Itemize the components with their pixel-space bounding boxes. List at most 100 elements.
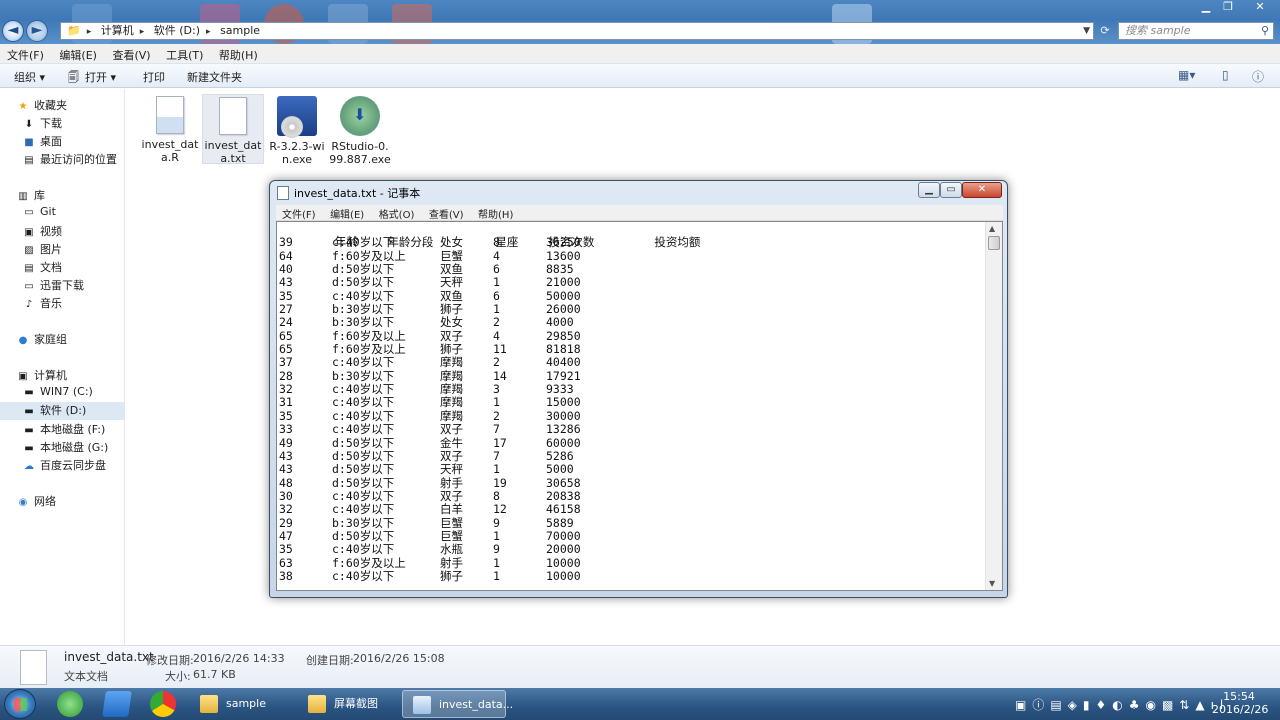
notepad-close-button[interactable]: ✕ [962, 182, 1002, 198]
text-line: 35 c:40岁以下 摩羯 2 30000 [279, 408, 983, 423]
360-browser-icon[interactable] [57, 691, 83, 717]
menu-edit[interactable]: 编辑(E) [52, 44, 102, 63]
cell-invest-count: 11 [493, 342, 507, 357]
task-screenshots-folder[interactable]: 屏幕截图 [298, 690, 398, 718]
sidebar-item-network[interactable]: ◉ 网络 [16, 493, 56, 509]
task-sample-folder[interactable]: sample [190, 690, 294, 718]
address-bar[interactable]: 📁 ▸ 计算机 ▸ 软件 (D:) ▸ sample ▼ [60, 22, 1094, 40]
cell-zodiac: 摩羯 [440, 382, 463, 397]
menu-tools[interactable]: 工具(T) [159, 44, 208, 63]
sidebar-item-label: 图片 [40, 243, 62, 256]
task-notepad[interactable]: invest_data... [402, 690, 513, 718]
forward-arrow-icon[interactable]: ► [26, 20, 48, 42]
cell-age: 64 [279, 248, 293, 263]
chevron-down-icon[interactable]: ▼ [1083, 23, 1090, 39]
sidebar-item-videos[interactable]: ▣ 视频 [22, 223, 62, 239]
cell-invest-count: 2 [493, 408, 500, 423]
notepad-maximize-button[interactable]: ▭ [940, 182, 962, 198]
file-invest-data-r[interactable]: invest_dat a.R [139, 96, 201, 164]
notepad-minimize-button[interactable]: ▁ [918, 182, 940, 198]
minimize-button[interactable]: ▁ [1194, 0, 1218, 16]
back-arrow-icon[interactable]: ◄ [2, 20, 24, 42]
cell-invest-avg: 17921 [546, 368, 581, 383]
sidebar-item-git[interactable]: ▭ Git [22, 205, 56, 218]
cell-invest-avg: 36250 [546, 235, 581, 250]
menu-help[interactable]: 帮助(H) [212, 44, 263, 63]
chrome-icon[interactable] [150, 691, 176, 717]
cell-age-group: d:50岁以下 [332, 462, 395, 477]
sidebar-item-pictures[interactable]: ▨ 图片 [22, 241, 62, 257]
sidebar-item-drive-f[interactable]: ▬ 本地磁盘 (F:) [22, 421, 105, 437]
sidebar-item-drive-d[interactable]: ▬ 软件 (D:) [0, 402, 125, 420]
scrollbar-thumb[interactable] [988, 236, 1000, 250]
sidebar-item-documents[interactable]: ▤ 文档 [22, 259, 62, 275]
breadcrumb-sample[interactable]: sample [220, 24, 260, 37]
search-input[interactable]: 搜索 sample ⚲ [1118, 22, 1274, 40]
open-button[interactable]: 打开 ▾ [85, 69, 116, 85]
start-button[interactable] [4, 689, 36, 719]
sidebar-item-xunlei[interactable]: ▭ 迅雷下载 [22, 277, 84, 293]
notepad-window[interactable]: invest_data.txt - 记事本 ▁ ▭ ✕ 文件(F) 编辑(E) … [269, 180, 1008, 598]
sidebar-item-favorites[interactable]: ★ 收藏夹 [16, 97, 67, 113]
cell-age: 29 [279, 515, 293, 530]
sidebar-item-homegroup[interactable]: ● 家庭组 [16, 331, 67, 347]
file-name-line-2: 99.887.exe [329, 153, 391, 166]
notepad-menu-format[interactable]: 格式(O) [373, 205, 420, 221]
sidebar-item-music[interactable]: ♪ 音乐 [22, 295, 62, 311]
computer-icon: ▣ [18, 371, 28, 382]
vertical-scrollbar[interactable]: ▲ ▼ [985, 222, 1002, 590]
sidebar-item-baidu-sync[interactable]: ☁ 百度云同步盘 [22, 457, 106, 473]
refresh-icon[interactable]: ⟳ [1097, 22, 1113, 40]
pen-app-icon[interactable] [102, 691, 132, 717]
maximize-button[interactable]: ❐ [1216, 0, 1240, 16]
details-created-value: 2016/2/26 15:08 [353, 652, 445, 665]
notepad-text-content[interactable]: 年龄 年龄分段 星座 投资次数 投资均额 39 c:40岁以下 处女 8 36250 64 f:60… [279, 223, 983, 589]
drive-icon: ▬ [24, 406, 34, 417]
breadcrumb-computer[interactable]: 计算机 [101, 24, 134, 37]
star-icon: ★ [18, 101, 28, 112]
menu-view[interactable]: 查看(V) [105, 44, 155, 63]
scroll-up-arrow-icon[interactable]: ▲ [989, 224, 995, 233]
cell-age: 43 [279, 275, 293, 290]
sidebar-item-libraries[interactable]: ▥ 库 [16, 187, 45, 203]
sidebar-item-downloads[interactable]: ⬇ 下载 [22, 115, 62, 131]
sidebar-item-desktop[interactable]: ■ 桌面 [22, 133, 62, 149]
file-r-installer[interactable]: R-3.2.3-wi n.exe [266, 96, 328, 166]
sidebar-item-drive-g[interactable]: ▬ 本地磁盘 (G:) [22, 439, 108, 455]
text-line: 35 c:40岁以下 双鱼 6 50000 [279, 289, 983, 303]
file-invest-data-txt[interactable]: invest_dat a.txt [202, 94, 264, 165]
sidebar-item-computer[interactable]: ▣ 计算机 [16, 367, 67, 383]
cell-zodiac: 双子 [440, 448, 463, 463]
folder-icon [308, 695, 326, 713]
help-icon[interactable]: ⓘ [1252, 68, 1264, 85]
close-button[interactable]: ✕ [1240, 0, 1280, 16]
sidebar-item-label: 软件 (D:) [40, 404, 87, 417]
notepad-menu-view[interactable]: 查看(V) [423, 205, 469, 221]
new-folder-button[interactable]: 新建文件夹 [187, 69, 242, 85]
notepad-menu-help[interactable]: 帮助(H) [472, 205, 518, 221]
print-button[interactable]: 打印 [143, 69, 165, 85]
notepad-menu-file[interactable]: 文件(F) [276, 205, 321, 221]
cell-invest-avg: 46158 [546, 502, 581, 517]
organize-button[interactable]: 组织 ▾ [14, 69, 45, 85]
cell-invest-avg: 4000 [546, 315, 574, 330]
preview-pane-icon[interactable]: ▯ [1222, 68, 1229, 82]
desktop-icon: ■ [24, 137, 34, 148]
text-line: 33 c:40岁以下 双子 7 13286 [279, 422, 983, 436]
clock[interactable]: 15:54 2016/2/26 [1212, 690, 1268, 716]
system-tray[interactable]: ▣ⓘ▤◈▮♦◐♣◉▩⇅▲ıl [1015, 696, 1229, 713]
notepad-text-area[interactable]: 年龄 年龄分段 星座 投资次数 投资均额 39 c:40岁以下 处女 8 36250 64 f:60… [276, 221, 1003, 591]
scroll-down-arrow-icon[interactable]: ▼ [989, 579, 995, 588]
notepad-menu-edit[interactable]: 编辑(E) [324, 205, 369, 221]
view-options-icon[interactable]: ▦▾ [1178, 68, 1195, 82]
menu-file[interactable]: 文件(F) [0, 44, 49, 63]
sidebar-item-recent[interactable]: ▤ 最近访问的位置 [22, 151, 117, 167]
search-icon[interactable]: ⚲ [1261, 23, 1269, 39]
clock-time: 15:54 [1223, 690, 1255, 703]
breadcrumb-drive-d[interactable]: 软件 (D:) [154, 24, 200, 37]
cell-invest-count: 9 [493, 515, 500, 530]
sidebar-item-drive-c[interactable]: ▬ WIN7 (C:) [22, 385, 93, 398]
file-rstudio-installer[interactable]: ⬇ RStudio-0. 99.887.exe [328, 96, 392, 166]
cell-age: 40 [279, 262, 293, 277]
text-line: 32 c:40岁以下 摩羯 3 9333 [279, 382, 983, 397]
